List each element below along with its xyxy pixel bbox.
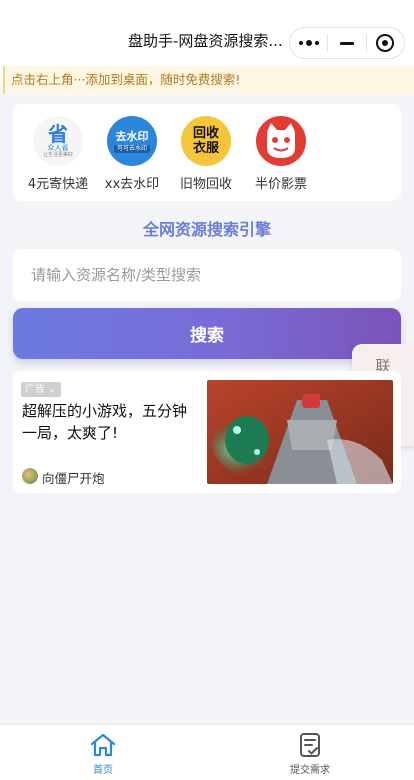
- advertiser-avatar: [22, 468, 38, 484]
- more-dots-icon: [298, 40, 319, 46]
- page-title: 盘助手-网盘资源搜索...: [128, 32, 283, 50]
- home-icon: [89, 731, 117, 759]
- tab-submit-request[interactable]: 提交需求: [270, 731, 350, 776]
- ad-card[interactable]: 广告 ⌄ 超解压的小游戏，五分钟一局，太爽了! 向僵尸开炮: [13, 371, 401, 493]
- shortcut-label: 半价影票: [254, 177, 307, 192]
- miniprogram-capsule: [289, 27, 405, 59]
- more-button[interactable]: [290, 28, 327, 58]
- tab-home[interactable]: 首页: [63, 731, 143, 776]
- logo-text: 去水印: [115, 129, 149, 143]
- logo-subtext: 可可去水印: [113, 144, 150, 153]
- zhongrenshen-logo-icon: 省 众人省 让生活更美好: [33, 116, 83, 166]
- watermark-remove-icon: 去水印 可可去水印: [107, 116, 157, 166]
- minimize-icon: [339, 41, 354, 45]
- shortcut-label: 旧物回收: [179, 177, 232, 192]
- close-miniprogram-button[interactable]: [367, 28, 404, 58]
- ad-game-image[interactable]: [207, 380, 393, 484]
- advertiser-name: 向僵尸开炮: [42, 471, 105, 486]
- logo-tagline: 让生活更美好: [42, 152, 73, 158]
- add-to-desktop-notice: 点击右上角···添加到桌面，随时免费搜索!: [3, 66, 414, 94]
- logo-wordmark: 众人省: [47, 144, 69, 152]
- minimize-button[interactable]: [328, 28, 365, 58]
- shortcut-movie-ticket[interactable]: 半价影票: [241, 116, 321, 192]
- tab-home-label: 首页: [93, 765, 113, 776]
- logo-line-1: 回收: [192, 126, 219, 141]
- search-button[interactable]: 搜索: [13, 308, 401, 359]
- section-title: 全网资源搜索引擎: [142, 220, 271, 239]
- shortcut-card: 省 众人省 让生活更美好 4元寄快递 去水印 可可去水印 xx去水印 回收 衣服…: [13, 104, 401, 201]
- tab-bar: 首页 提交需求: [0, 724, 414, 780]
- search-input[interactable]: [13, 249, 401, 301]
- cat-movie-ticket-icon: [256, 116, 306, 166]
- close-target-icon: [376, 34, 395, 52]
- shortcut-express[interactable]: 省 众人省 让生活更美好 4元寄快递: [18, 116, 98, 192]
- ad-headline: 超解压的小游戏，五分钟一局，太爽了!: [22, 402, 188, 442]
- ad-badge-text: 广告: [25, 384, 45, 395]
- shortcut-label: 4元寄快递: [27, 177, 89, 192]
- recycle-clothes-icon: 回收 衣服: [181, 116, 231, 166]
- logo-line-2: 衣服: [192, 141, 219, 156]
- ad-badge: 广告 ⌄: [21, 382, 61, 397]
- tab-submit-label: 提交需求: [290, 765, 330, 776]
- shortcut-label: xx去水印: [104, 177, 160, 192]
- document-edit-icon: [296, 731, 324, 759]
- shortcut-watermark[interactable]: 去水印 可可去水印 xx去水印: [92, 116, 172, 192]
- shortcut-recycle[interactable]: 回收 衣服 旧物回收: [166, 116, 246, 192]
